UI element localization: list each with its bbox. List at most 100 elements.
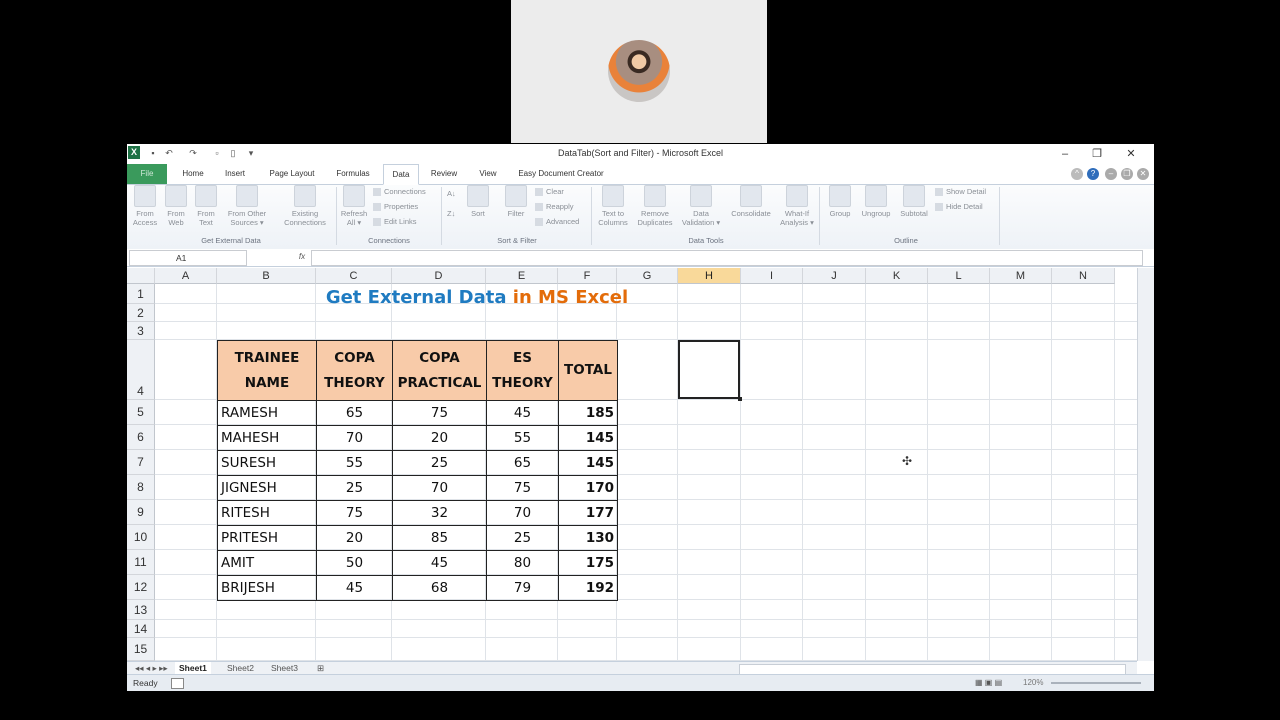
column-header-j[interactable]: J	[803, 268, 866, 284]
row-header-11[interactable]: 11	[127, 550, 155, 575]
table-cell[interactable]: 70	[392, 475, 487, 501]
ribbon-minimize-icon[interactable]: ^	[1071, 168, 1083, 180]
view-buttons-icon[interactable]: ▦ ▣ ▤	[975, 678, 1002, 687]
tab-view[interactable]: View	[471, 164, 505, 184]
table-cell[interactable]: 55	[486, 425, 559, 451]
table-cell[interactable]: 75	[486, 475, 559, 501]
connections-button[interactable]: Connections	[373, 185, 426, 199]
table-header-cell[interactable]: TRAINEE NAME	[217, 340, 317, 401]
reapply-button[interactable]: Reapply	[535, 200, 574, 214]
table-cell[interactable]: 75	[316, 500, 393, 526]
from-web-button[interactable]: From Web	[161, 185, 191, 227]
table-cell[interactable]: 50	[316, 550, 393, 576]
table-cell[interactable]: PRITESH	[217, 525, 317, 551]
row-header-4[interactable]: 4	[127, 340, 155, 400]
row-header-6[interactable]: 6	[127, 425, 155, 450]
sort-a-z-icon[interactable]: A↓	[447, 187, 456, 201]
minimize-button[interactable]: –	[1053, 146, 1077, 162]
ungroup-button[interactable]: Ungroup	[857, 185, 895, 218]
tab-formulas[interactable]: Formulas	[329, 164, 377, 184]
table-cell[interactable]: 25	[486, 525, 559, 551]
table-cell[interactable]: JIGNESH	[217, 475, 317, 501]
row-header-2[interactable]: 2	[127, 304, 155, 322]
workbook-close-icon[interactable]: ✕	[1137, 168, 1149, 180]
table-header-cell[interactable]: ES THEORY	[486, 340, 559, 401]
table-header-cell[interactable]: COPA THEORY	[316, 340, 393, 401]
tab-easy-document-creator[interactable]: Easy Document Creator	[511, 164, 611, 184]
close-button[interactable]: ✕	[1119, 146, 1143, 162]
table-cell[interactable]: 177	[558, 500, 618, 526]
properties-button[interactable]: Properties	[373, 200, 418, 214]
table-cell[interactable]: 45	[316, 575, 393, 601]
table-cell[interactable]: 130	[558, 525, 618, 551]
from-other-sources-button[interactable]: From Other Sources ▾	[222, 185, 272, 227]
column-header-e[interactable]: E	[486, 268, 558, 284]
table-cell[interactable]: BRIJESH	[217, 575, 317, 601]
table-cell[interactable]: MAHESH	[217, 425, 317, 451]
table-cell[interactable]: 68	[392, 575, 487, 601]
table-cell[interactable]: 185	[558, 400, 618, 426]
group-button[interactable]: Group	[823, 185, 857, 218]
row-header-1[interactable]: 1	[127, 284, 155, 304]
workbook-minimize-icon[interactable]: –	[1105, 168, 1117, 180]
table-cell[interactable]: SURESH	[217, 450, 317, 476]
row-header-14[interactable]: 14	[127, 620, 155, 638]
tab-home[interactable]: Home	[175, 164, 211, 184]
table-cell[interactable]: 25	[316, 475, 393, 501]
table-header-cell[interactable]: TOTAL	[558, 340, 618, 401]
table-cell[interactable]: 45	[392, 550, 487, 576]
table-cell[interactable]: 80	[486, 550, 559, 576]
workbook-restore-icon[interactable]: ❐	[1121, 168, 1133, 180]
column-header-d[interactable]: D	[392, 268, 486, 284]
table-cell[interactable]: AMIT	[217, 550, 317, 576]
tab-review[interactable]: Review	[425, 164, 463, 184]
column-header-m[interactable]: M	[990, 268, 1052, 284]
fill-handle[interactable]	[738, 397, 742, 401]
column-header-a[interactable]: A	[155, 268, 217, 284]
restore-button[interactable]: ❐	[1085, 146, 1109, 162]
from-access-button[interactable]: From Access	[129, 185, 161, 227]
remove-duplicates-button[interactable]: Remove Duplicates	[633, 185, 677, 227]
data-validation-button[interactable]: Data Validation ▾	[679, 185, 723, 227]
table-cell[interactable]: 85	[392, 525, 487, 551]
column-header-c[interactable]: C	[316, 268, 392, 284]
active-cell-h4[interactable]	[678, 340, 740, 399]
table-cell[interactable]: 20	[392, 425, 487, 451]
fx-icon[interactable]: fx	[295, 250, 309, 264]
table-cell[interactable]: RAMESH	[217, 400, 317, 426]
worksheet-grid[interactable]: A B C D E F G H I J K L M N 1 2 3 4 5 6 7 8 9 10 11 12 13 14 15 Get E…	[127, 268, 1137, 661]
clear-button[interactable]: Clear	[535, 185, 564, 199]
table-cell[interactable]: 70	[316, 425, 393, 451]
tab-data[interactable]: Data	[383, 164, 419, 185]
sheet-title[interactable]: Get External Data in MS Excel	[317, 288, 637, 308]
row-header-9[interactable]: 9	[127, 500, 155, 525]
table-cell[interactable]: 55	[316, 450, 393, 476]
column-header-f[interactable]: F	[558, 268, 617, 284]
edit-links-button[interactable]: Edit Links	[373, 215, 417, 229]
table-cell[interactable]: 175	[558, 550, 618, 576]
subtotal-button[interactable]: Subtotal	[895, 185, 933, 218]
table-cell[interactable]: 45	[486, 400, 559, 426]
existing-connections-button[interactable]: Existing Connections	[278, 185, 332, 227]
table-cell[interactable]: 170	[558, 475, 618, 501]
consolidate-button[interactable]: Consolidate	[725, 185, 777, 218]
tab-file[interactable]: File	[127, 164, 167, 184]
table-cell[interactable]: 70	[486, 500, 559, 526]
sort-z-a-icon[interactable]: Z↓	[447, 207, 455, 221]
show-detail-button[interactable]: Show Detail	[935, 185, 986, 199]
vertical-scrollbar[interactable]	[1137, 268, 1154, 661]
hide-detail-button[interactable]: Hide Detail	[935, 200, 983, 214]
help-icon[interactable]: ?	[1087, 168, 1099, 180]
table-cell[interactable]: 79	[486, 575, 559, 601]
table-cell[interactable]: 20	[316, 525, 393, 551]
table-cell[interactable]: 145	[558, 450, 618, 476]
row-header-8[interactable]: 8	[127, 475, 155, 500]
row-header-3[interactable]: 3	[127, 322, 155, 340]
filter-button[interactable]: Filter	[501, 185, 531, 218]
table-cell[interactable]: 65	[316, 400, 393, 426]
column-header-k[interactable]: K	[866, 268, 928, 284]
tab-insert[interactable]: Insert	[217, 164, 253, 184]
column-header-g[interactable]: G	[617, 268, 678, 284]
row-header-13[interactable]: 13	[127, 600, 155, 620]
column-header-l[interactable]: L	[928, 268, 990, 284]
